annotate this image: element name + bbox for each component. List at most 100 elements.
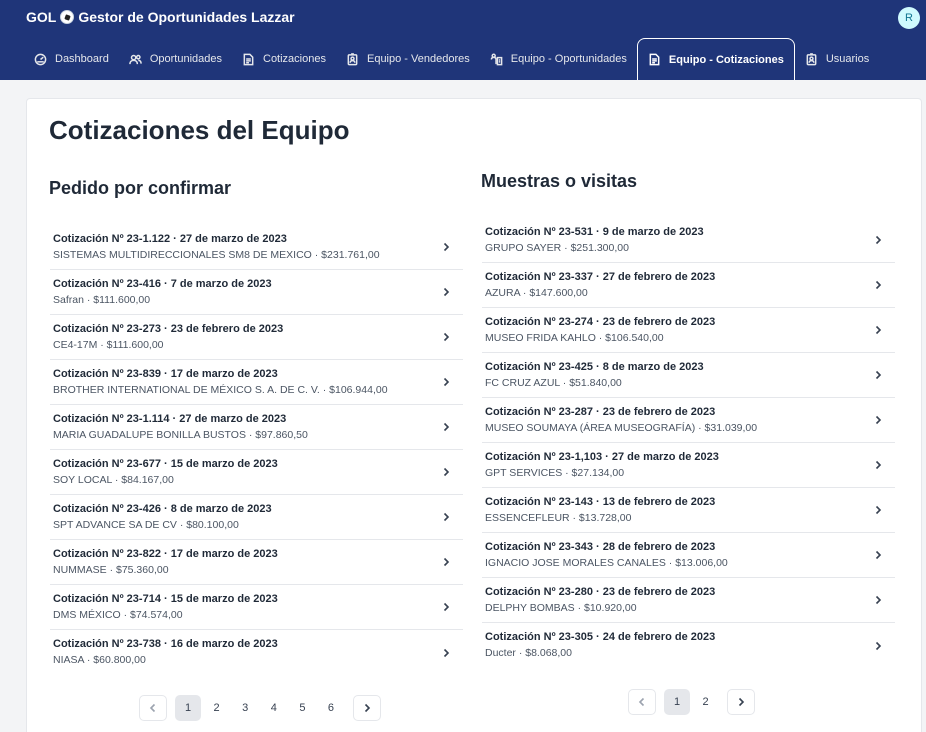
quote-title: Cotización Nº 23-1,103 · 27 de marzo de …	[485, 450, 719, 463]
quote-client-amount: NUMMASE · $75.360,00	[53, 563, 169, 576]
app-title: GOL Gestor de Oportunidades Lazzar	[26, 8, 295, 26]
page-number-button[interactable]: 2	[204, 695, 230, 721]
nav-equipo-cotizaciones[interactable]: Equipo - Cotizaciones	[636, 38, 795, 80]
next-page-button[interactable]	[352, 695, 381, 721]
quote-client-amount: MUSEO FRIDA KAHLO · $106.540,00	[485, 331, 664, 344]
dashboard-icon	[34, 53, 47, 65]
list-item[interactable]: Cotización Nº 23-839 · 17 de marzo de 20…	[50, 360, 463, 405]
next-page-button[interactable]	[727, 689, 756, 715]
nav-label: Oportunidades	[149, 53, 222, 65]
list-item[interactable]: Cotización Nº 23-287 · 23 de febrero de …	[482, 398, 895, 443]
quote-title: Cotización Nº 23-287 · 23 de febrero de …	[485, 405, 716, 418]
quote-client-amount: SISTEMAS MULTIDIRECCIONALES SM8 DE MEXIC…	[53, 248, 380, 261]
document-icon	[649, 53, 660, 66]
list-item-text: Cotización Nº 23-1.114 · 27 de marzo de …	[53, 412, 308, 443]
list-item[interactable]: Cotización Nº 23-1,103 · 27 de marzo de …	[482, 443, 895, 488]
list-item[interactable]: Cotización Nº 23-337 · 27 de febrero de …	[482, 263, 895, 308]
list-item[interactable]: Cotización Nº 23-343 · 28 de febrero de …	[482, 533, 895, 578]
list-item[interactable]: Cotización Nº 23-738 · 16 de marzo de 20…	[50, 630, 463, 675]
quote-client-amount: IGNACIO JOSE MORALES CANALES · $13.006,0…	[485, 556, 728, 569]
list-item[interactable]: Cotización Nº 23-274 · 23 de febrero de …	[482, 308, 895, 353]
list-item[interactable]: Cotización Nº 23-426 · 8 de marzo de 202…	[50, 495, 463, 540]
chevron-right-icon	[875, 280, 882, 290]
list-item-text: Cotización Nº 23-839 · 17 de marzo de 20…	[53, 367, 388, 398]
list-item[interactable]: Cotización Nº 23-305 · 24 de febrero de …	[482, 623, 895, 668]
list-item-text: Cotización Nº 23-714 · 15 de marzo de 20…	[53, 592, 278, 623]
quote-title: Cotización Nº 23-738 · 16 de marzo de 20…	[53, 638, 278, 650]
list-item[interactable]: Cotización Nº 23-416 · 7 de marzo de 202…	[50, 270, 463, 315]
page-number-button[interactable]: 5	[289, 695, 315, 721]
nav-label: Equipo - Oportunidades	[510, 53, 627, 65]
quote-title: Cotización Nº 23-425 · 8 de marzo de 202…	[485, 360, 704, 373]
list-item-text: Cotización Nº 23-274 · 23 de febrero de …	[485, 315, 715, 346]
quote-client-amount: MUSEO SOUMAYA (ÁREA MUSEOGRAFÍA) · $31.0…	[485, 421, 758, 434]
list-item-text: Cotización Nº 23-305 · 24 de febrero de …	[485, 630, 715, 661]
list-item[interactable]: Cotización Nº 23-143 · 13 de febrero de …	[482, 488, 895, 533]
list-item-text: Cotización Nº 23-343 · 28 de febrero de …	[485, 540, 728, 571]
quote-client-amount: DMS MÉXICO · $74.574,00	[53, 608, 183, 621]
list-item[interactable]: Cotización Nº 23-714 · 15 de marzo de 20…	[50, 585, 463, 630]
list-item[interactable]: Cotización Nº 23-1.114 · 27 de marzo de …	[50, 405, 463, 450]
quote-client-amount: GPT SERVICES · $27.134,00	[485, 466, 625, 479]
nav-label: Equipo - Vendedores	[366, 53, 470, 65]
chevron-right-icon	[875, 370, 882, 380]
chevron-right-icon	[739, 697, 745, 707]
quote-title: Cotización Nº 23-1.122 · 27 de marzo de …	[53, 232, 287, 245]
page-number-button[interactable]: 6	[318, 695, 344, 721]
page-number-button[interactable]: 1	[175, 695, 201, 721]
prev-page-button[interactable]	[628, 689, 656, 715]
list-item-text: Cotización Nº 23-426 · 8 de marzo de 202…	[53, 502, 272, 533]
quote-client-amount: DELPHY BOMBAS · $10.920,00	[485, 601, 637, 614]
chevron-right-icon	[875, 460, 882, 470]
list-item[interactable]: Cotización Nº 23-531 · 9 de marzo de 202…	[482, 218, 895, 263]
quote-title: Cotización Nº 23-343 · 28 de febrero de …	[485, 540, 716, 553]
nav-dashboard[interactable]: Dashboard	[24, 38, 119, 80]
quote-title: Cotización Nº 23-714 · 15 de marzo de 20…	[53, 592, 278, 605]
nav-equipo-oportunidades[interactable]: Equipo - Oportunidades	[480, 38, 637, 80]
prev-page-button[interactable]	[139, 695, 167, 721]
list-item[interactable]: Cotización Nº 23-425 · 8 de marzo de 202…	[482, 353, 895, 398]
quote-client-amount: GRUPO SAYER · $251.300,00	[485, 241, 629, 254]
page-number-button[interactable]: 3	[232, 695, 258, 721]
nav-equipo-vendedores[interactable]: Equipo - Vendedores	[336, 38, 480, 80]
quote-title: Cotización Nº 23-839 · 17 de marzo de 20…	[53, 367, 278, 380]
quote-client-amount: ESSENCEFLEUR · $13.728,00	[485, 511, 632, 524]
quote-client-amount: SPT ADVANCE SA DE CV · $80.100,00	[53, 518, 239, 531]
chevron-right-icon	[443, 648, 450, 657]
list-item-text: Cotización Nº 23-677 · 15 de marzo de 20…	[53, 457, 278, 488]
chevron-right-icon	[364, 703, 370, 713]
chevron-right-icon	[443, 602, 450, 612]
chevron-right-icon	[443, 512, 450, 522]
list-item[interactable]: Cotización Nº 23-677 · 15 de marzo de 20…	[50, 450, 463, 495]
soccer-ball-icon	[60, 10, 75, 24]
badge-icon	[806, 52, 817, 65]
page-title: Cotizaciones del Equipo	[49, 115, 350, 145]
page-number-button[interactable]: 1	[664, 689, 690, 715]
muestras-list: Cotización Nº 23-531 · 9 de marzo de 202…	[482, 218, 895, 668]
avatar[interactable]: R	[898, 7, 920, 29]
quote-title: Cotización Nº 23-426 · 8 de marzo de 202…	[53, 502, 272, 515]
quote-title: Cotización Nº 23-1.114 · 27 de marzo de …	[53, 412, 287, 425]
nav-oportunidades[interactable]: Oportunidades	[119, 38, 232, 80]
nav-label: Dashboard	[55, 53, 109, 65]
quote-client-amount: NIASA · $60.800,00	[53, 654, 146, 666]
section-title-pedido: Pedido por confirmar	[49, 178, 232, 198]
nav-usuarios[interactable]: Usuarios	[795, 38, 879, 80]
list-item[interactable]: Cotización Nº 23-280 · 23 de febrero de …	[482, 578, 895, 623]
page-number-button[interactable]: 2	[693, 689, 719, 715]
quote-client-amount: Ducter · $8.068,00	[485, 647, 572, 659]
page-number-button[interactable]: 4	[261, 695, 287, 721]
list-item[interactable]: Cotización Nº 23-822 · 17 de marzo de 20…	[50, 540, 463, 585]
quote-title: Cotización Nº 23-305 · 24 de febrero de …	[485, 631, 716, 643]
chevron-left-icon	[149, 703, 156, 713]
top-bar: GOL Gestor de Oportunidades Lazzar R Das…	[0, 0, 926, 80]
list-item[interactable]: Cotización Nº 23-273 · 23 de febrero de …	[50, 315, 463, 360]
main-nav: Dashboard Oportunidades Cotizaciones Equ…	[24, 38, 879, 80]
quote-title: Cotización Nº 23-280 · 23 de febrero de …	[485, 585, 716, 598]
chevron-right-icon	[875, 505, 882, 515]
list-item-text: Cotización Nº 23-738 · 16 de marzo de 20…	[53, 637, 278, 668]
nav-cotizaciones[interactable]: Cotizaciones	[232, 38, 336, 80]
list-item[interactable]: Cotización Nº 23-1.122 · 27 de marzo de …	[50, 225, 463, 270]
quote-title: Cotización Nº 23-274 · 23 de febrero de …	[485, 315, 716, 328]
quote-title: Cotización Nº 23-337 · 27 de febrero de …	[485, 270, 716, 283]
